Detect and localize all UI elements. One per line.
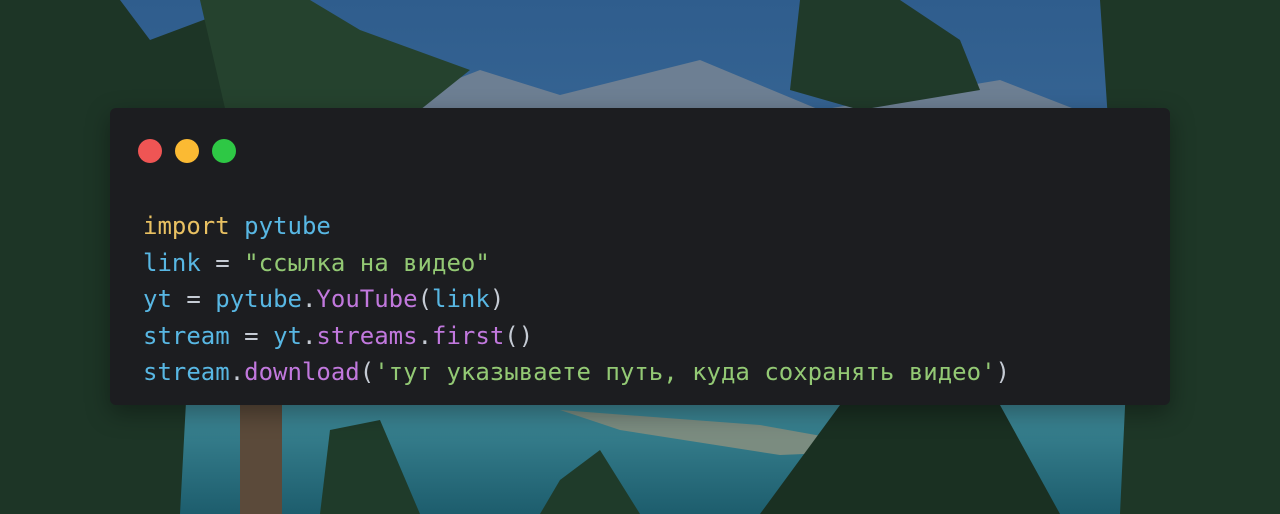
keyword-import: import <box>143 212 230 240</box>
variable-yt: yt <box>143 285 172 313</box>
object-pytube: pytube <box>215 285 302 313</box>
code-line-1: import pytube <box>143 208 1010 245</box>
code-line-4: stream = yt.streams.first() <box>143 318 1010 355</box>
code-line-2: link = "ссылка на видео" <box>143 245 1010 282</box>
object-yt: yt <box>273 321 302 350</box>
string-path: 'тут указываете путь, куда сохранять вид… <box>374 358 996 386</box>
attribute-streams: streams <box>316 321 418 350</box>
object-stream: stream <box>143 358 230 386</box>
string-literal: "ссылка на видео" <box>244 248 490 277</box>
paren-open: ( <box>359 358 375 386</box>
maximize-button[interactable] <box>212 139 236 163</box>
code-line-5: stream.download('тут указываете путь, ку… <box>143 354 1010 391</box>
dot-operator: . <box>417 321 433 350</box>
assign-operator: = <box>186 285 201 313</box>
minimize-button[interactable] <box>175 139 199 163</box>
call-first: first <box>432 321 505 350</box>
window-controls <box>138 139 236 163</box>
code-line-3: yt = pytube.YouTube(link) <box>143 281 1010 318</box>
assign-operator: = <box>215 248 230 277</box>
code-window: import pytube link = "ссылка на видео" yt … <box>110 108 1170 405</box>
tree-trunk <box>240 400 282 514</box>
dot-operator: . <box>301 285 317 313</box>
assign-operator: = <box>244 321 259 350</box>
module-name: pytube <box>244 212 331 240</box>
paren-close: ) <box>995 358 1010 386</box>
code-block: import pytube link = "ссылка на видео" yt … <box>143 208 1010 391</box>
paren-open: ( <box>417 285 433 313</box>
paren-close: ) <box>489 285 505 313</box>
dot-operator: . <box>301 321 317 350</box>
argument-link: link <box>432 285 490 313</box>
close-button[interactable] <box>138 139 162 163</box>
parens: () <box>504 321 534 350</box>
dot-operator: . <box>229 358 245 386</box>
call-youtube: YouTube <box>316 285 418 313</box>
variable-link: link <box>143 248 201 277</box>
call-download: download <box>244 358 360 386</box>
variable-stream: stream <box>143 321 230 350</box>
